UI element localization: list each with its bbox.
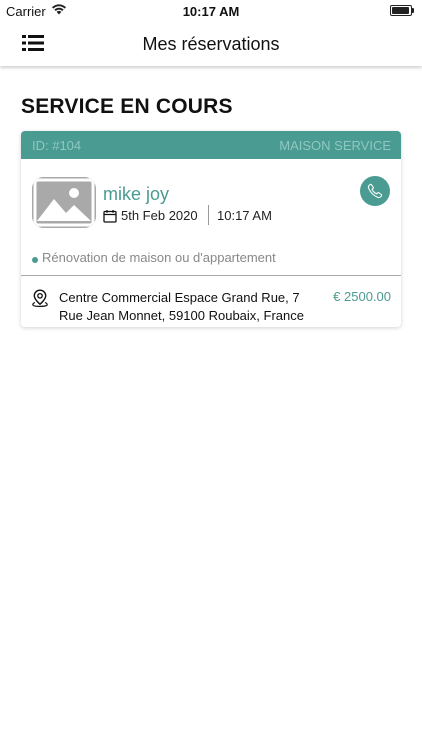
booking-price: € 2500.00: [333, 289, 391, 304]
call-button[interactable]: [360, 176, 390, 206]
booking-date: 5th Feb 2020: [121, 208, 198, 223]
image-placeholder-icon: [32, 177, 96, 228]
service-bullet: [32, 257, 38, 263]
app-header: Mes réservations: [0, 22, 422, 66]
booking-category: MAISON SERVICE: [279, 138, 391, 153]
booking-address: Centre Commercial Espace Grand Rue, 7 Ru…: [59, 290, 304, 323]
status-bar: Carrier 10:17 AM: [0, 0, 422, 22]
battery-icon: [390, 5, 414, 16]
customer-name: mike joy: [103, 184, 170, 204]
card-divider: [21, 275, 401, 276]
booking-card[interactable]: ID: #104 MAISON SERVICE mike joy 5th Feb…: [21, 131, 401, 327]
booking-id: ID: #104: [32, 138, 82, 153]
service-name: Rénovation de maison ou d'appartement: [42, 250, 276, 265]
section-title: SERVICE EN COURS: [21, 95, 233, 118]
status-time: 10:17 AM: [182, 4, 240, 19]
booking-time: 10:17 AM: [217, 208, 272, 223]
phone-icon: [367, 183, 383, 199]
date-time-divider: [208, 205, 209, 225]
booking-card-header: ID: #104 MAISON SERVICE: [21, 131, 401, 159]
location-pin-icon: [32, 289, 48, 307]
avatar: [32, 177, 96, 228]
calendar-icon: [103, 210, 117, 223]
page-title: Mes réservations: [142, 34, 280, 54]
